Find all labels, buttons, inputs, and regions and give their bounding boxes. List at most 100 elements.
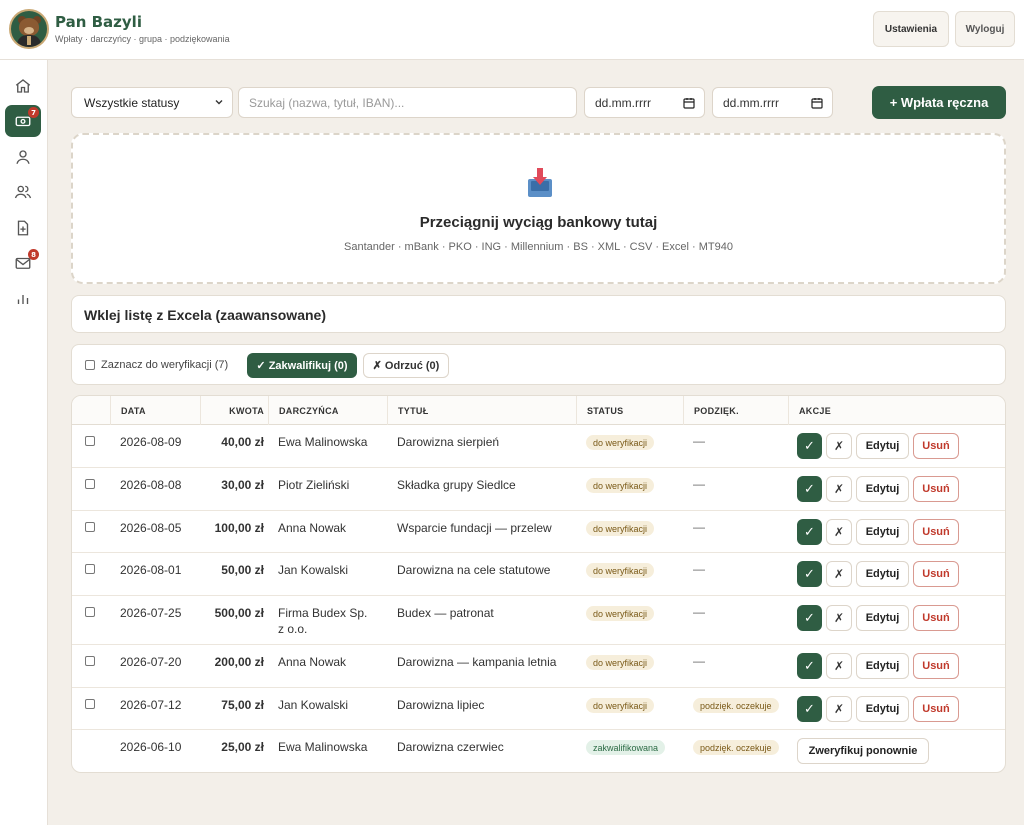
column-header-amount: KWOTA	[200, 396, 268, 425]
sidebar-item-new-document[interactable]	[5, 212, 41, 244]
approve-button[interactable]: ✓	[797, 605, 822, 631]
row-checkbox[interactable]	[85, 607, 95, 617]
row-date: 2026-08-01	[120, 563, 182, 577]
sidebar-item-messages[interactable]: 8	[5, 247, 41, 279]
row-thanks: —	[693, 434, 705, 448]
status-badge: do weryfikacji	[586, 521, 655, 536]
reverify-button[interactable]: Zweryfikuj ponownie	[797, 738, 929, 764]
reject-button[interactable]: ✗	[826, 653, 852, 679]
row-donor-line1: Firma Budex Sp.	[278, 606, 368, 620]
edit-button[interactable]: Edytuj	[856, 433, 909, 459]
row-checkbox[interactable]	[85, 479, 95, 489]
reject-button[interactable]: ✗	[826, 605, 852, 631]
status-badge: do weryfikacji	[586, 478, 655, 493]
edit-button[interactable]: Edytuj	[856, 696, 909, 722]
thanks-badge: podzięk. oczekuje	[693, 740, 779, 755]
column-header-status: STATUS	[576, 396, 683, 425]
status-badge: do weryfikacji	[586, 698, 655, 713]
row-amount: 25,00 zł	[221, 740, 264, 754]
thanks-badge: podzięk. oczekuje	[693, 698, 779, 713]
row-checkbox[interactable]	[85, 656, 95, 666]
row-title: Darowizna sierpień	[397, 435, 500, 449]
statement-dropzone[interactable]: Przeciągnij wyciąg bankowy tutaj Santand…	[71, 133, 1006, 284]
file-plus-icon	[17, 220, 29, 236]
edit-button[interactable]: Edytuj	[856, 519, 909, 545]
delete-button[interactable]: Usuń	[913, 561, 959, 587]
row-amount: 30,00 zł	[221, 478, 264, 492]
reject-button[interactable]: ✗	[826, 561, 852, 587]
delete-button[interactable]: Usuń	[913, 653, 959, 679]
table-row: 2026-07-20 200,00 zł Anna Nowak Darowizn…	[72, 645, 1005, 688]
sidebar-item-donor[interactable]	[5, 141, 41, 173]
sidebar-item-group[interactable]	[5, 176, 41, 208]
select-for-verification-checkbox[interactable]	[85, 360, 95, 370]
delete-button[interactable]: Usuń	[913, 519, 959, 545]
row-checkbox[interactable]	[85, 522, 95, 532]
row-donor: Jan Kowalski	[278, 698, 349, 712]
table-row: 2026-08-08 30,00 zł Piotr Zieliński Skła…	[72, 468, 1005, 511]
column-header-actions: AKCJE	[788, 396, 1005, 425]
calendar-icon	[811, 98, 823, 109]
row-donor: Ewa Malinowska	[278, 435, 368, 449]
reject-button[interactable]: ✗	[826, 476, 852, 502]
row-thanks: —	[693, 477, 705, 491]
date-to-value: dd.mm.rrrr	[723, 95, 779, 110]
reject-button[interactable]: ✗	[826, 519, 852, 545]
row-date: 2026-07-25	[120, 606, 182, 620]
user-icon	[16, 150, 30, 164]
table-row: 2026-08-01 50,00 zł Jan Kowalski Darowiz…	[72, 553, 1005, 596]
approve-button[interactable]: ✓	[797, 696, 822, 722]
settings-button[interactable]: Ustawienia	[873, 11, 949, 47]
select-for-verification-label: Zaznacz do weryfikacji (7)	[101, 359, 229, 371]
row-checkbox[interactable]	[85, 564, 95, 574]
edit-button[interactable]: Edytuj	[856, 605, 909, 631]
row-date: 2026-07-12	[120, 698, 182, 712]
edit-button[interactable]: Edytuj	[856, 653, 909, 679]
reject-button[interactable]: ✗	[826, 433, 852, 459]
qualify-selected-button[interactable]: ✓ Zakwalifikuj (0)	[247, 353, 357, 378]
date-from-input[interactable]: dd.mm.rrrr	[584, 87, 705, 118]
add-manual-payment-button[interactable]: + Wpłata ręczna	[872, 86, 1006, 119]
status-select[interactable]: Wszystkie statusy	[71, 87, 233, 118]
app-header: Pan Bazyli Wpłaty · darczyńcy · grupa · …	[0, 0, 1024, 60]
row-date: 2026-07-20	[120, 655, 182, 669]
row-checkbox[interactable]	[85, 699, 95, 709]
delete-button[interactable]: Usuń	[913, 433, 959, 459]
bear-logo-icon	[9, 9, 49, 49]
approve-button[interactable]: ✓	[797, 519, 822, 545]
edit-button[interactable]: Edytuj	[856, 561, 909, 587]
delete-button[interactable]: Usuń	[913, 476, 959, 502]
table-header: DATA KWOTA DARCZYŃCA TYTUŁ STATUS PODZIĘ…	[72, 396, 1005, 425]
row-title: Budex — patronat	[397, 606, 494, 620]
row-checkbox[interactable]	[85, 436, 95, 446]
sidebar-item-home[interactable]	[5, 70, 41, 102]
approve-button[interactable]: ✓	[797, 433, 822, 459]
reject-selected-button[interactable]: ✗ Odrzuć (0)	[363, 353, 449, 378]
row-thanks: —	[693, 654, 705, 668]
sidebar-item-payments[interactable]: 7	[5, 105, 41, 137]
approve-button[interactable]: ✓	[797, 653, 822, 679]
search-input[interactable]	[238, 87, 577, 118]
column-header-thanks: PODZIĘK.	[683, 396, 788, 425]
edit-button[interactable]: Edytuj	[856, 476, 909, 502]
table-row: 2026-08-09 40,00 zł Ewa Malinowska Darow…	[72, 425, 1005, 468]
approve-button[interactable]: ✓	[797, 476, 822, 502]
sidebar: 7 8	[0, 60, 48, 825]
date-to-input[interactable]: dd.mm.rrrr	[712, 87, 833, 118]
status-badge: zakwalifikowana	[586, 740, 666, 755]
inbox-download-icon	[528, 168, 552, 197]
paste-excel-toggle[interactable]: Wklej listę z Excela (zaawansowane)	[71, 295, 1006, 333]
row-title: Darowizna na cele statutowe	[397, 563, 551, 577]
payments-badge: 7	[28, 107, 39, 118]
row-date: 2026-08-09	[120, 435, 182, 449]
logout-button[interactable]: Wyloguj	[955, 11, 1015, 47]
delete-button[interactable]: Usuń	[913, 605, 959, 631]
table-row: 2026-06-10 25,00 zł Ewa Malinowska Darow…	[72, 730, 1005, 772]
row-title: Wsparcie fundacji — przelew	[397, 521, 552, 535]
sidebar-item-stats[interactable]	[5, 282, 41, 314]
app-title: Pan Bazyli	[55, 13, 142, 31]
approve-button[interactable]: ✓	[797, 561, 822, 587]
row-date: 2026-08-05	[120, 521, 182, 535]
reject-button[interactable]: ✗	[826, 696, 852, 722]
delete-button[interactable]: Usuń	[913, 696, 959, 722]
